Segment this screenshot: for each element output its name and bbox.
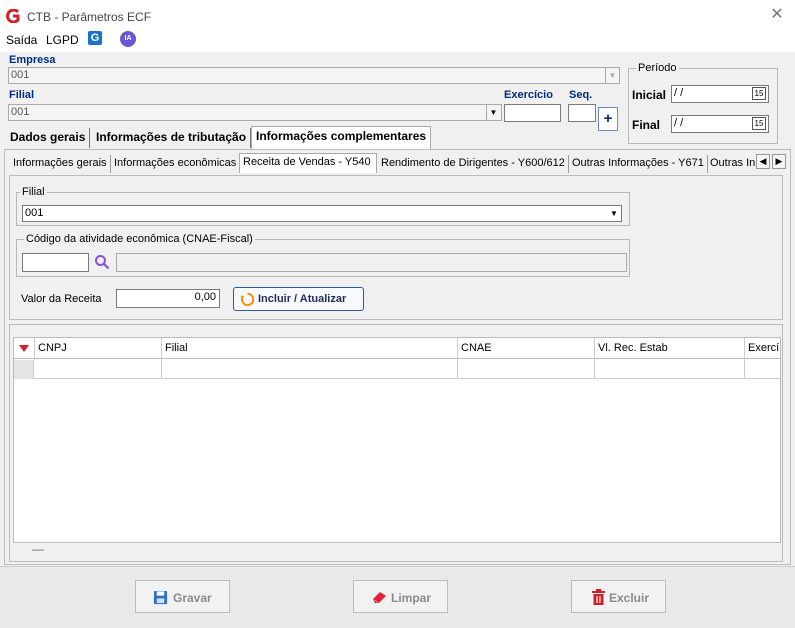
g-icon[interactable]: G [88, 31, 102, 45]
close-icon[interactable]: ✕ [768, 6, 786, 24]
subtab-informacoes-economicas[interactable]: Informações econômicas [111, 155, 241, 173]
filial-group-title: Filial [20, 186, 47, 198]
cell-divider [457, 360, 458, 379]
empresa-label: Empresa [9, 54, 56, 66]
limpar-label: Limpar [391, 591, 432, 605]
column-header-filial[interactable]: Filial [161, 338, 191, 360]
valor-receita-input[interactable]: 0,00 [116, 289, 220, 308]
table-row[interactable] [14, 360, 780, 379]
cell-divider [744, 360, 745, 379]
tab-dados-gerais[interactable]: Dados gerais [6, 128, 91, 148]
gravar-button[interactable]: Gravar [135, 580, 230, 613]
subtab-outras-informacoes[interactable]: Outras Informações - Y671 [569, 155, 708, 173]
filial-value: 001 [11, 106, 30, 118]
cnae-description [116, 253, 627, 272]
menu-bar [0, 30, 795, 52]
exercicio-label: Exercício [504, 89, 553, 101]
subtab-informacoes-gerais[interactable]: Informações gerais [10, 155, 111, 173]
grid-footer [13, 543, 781, 561]
form-filial-combo[interactable]: 001 [22, 205, 622, 222]
chevron-down-icon[interactable]: ▼ [607, 206, 621, 221]
chevron-down-icon[interactable]: ▼ [486, 105, 500, 120]
form-filial-value: 001 [25, 207, 44, 219]
final-value: / / [674, 117, 684, 129]
subtab-outras-in[interactable]: Outras In [707, 155, 757, 173]
calendar-icon[interactable]: 15 [752, 117, 766, 130]
scroll-left-icon[interactable]: ◀ [756, 154, 770, 169]
filial-label: Filial [9, 89, 35, 101]
seq-input[interactable] [568, 104, 596, 122]
empresa-combo[interactable]: 001 [8, 67, 620, 84]
cnae-group-title: Código da atividade econômica (CNAE-Fisc… [24, 233, 255, 245]
gravar-label: Gravar [173, 591, 212, 605]
seq-label: Seq. [569, 89, 593, 101]
search-icon[interactable] [94, 254, 110, 270]
inicial-value: / / [674, 87, 684, 99]
excluir-label: Excluir [609, 591, 650, 605]
column-header-vl-rec-estab[interactable]: Vl. Rec. Estab [594, 338, 671, 360]
trash-icon [592, 589, 605, 605]
ia-icon[interactable]: IA [120, 31, 136, 47]
sort-arrow-icon[interactable] [19, 345, 29, 353]
menu-saida[interactable]: Saída [6, 33, 37, 47]
limpar-button[interactable]: Limpar [353, 580, 448, 613]
filial-combo[interactable]: 001 [8, 104, 502, 121]
subtab-rendimento-dirigentes[interactable]: Rendimento de Dirigentes - Y600/612 [378, 155, 569, 173]
inicial-label: Inicial [632, 88, 667, 102]
scroll-right-icon[interactable]: ▶ [772, 154, 786, 169]
column-header-cnae[interactable]: CNAE [457, 338, 495, 360]
add-button[interactable]: + [598, 107, 618, 131]
grid-footer-dash: — [32, 542, 44, 556]
subtab-receita-vendas[interactable]: Receita de Vendas - Y540 [239, 153, 377, 173]
valor-receita-label: Valor da Receita [21, 293, 102, 305]
excluir-button[interactable]: Excluir [571, 580, 666, 613]
incluir-atualizar-button[interactable]: Incluir / Atualizar [233, 287, 364, 311]
tab-informacoes-tributacao[interactable]: Informações de tributação [92, 128, 252, 148]
window-title: CTB - Parâmetros ECF [27, 10, 152, 24]
cnae-code-input[interactable] [22, 253, 89, 272]
final-label: Final [632, 118, 661, 132]
row-selector[interactable] [14, 360, 34, 379]
menu-lgpd[interactable]: LGPD [46, 33, 79, 47]
cell-divider [594, 360, 595, 379]
incluir-atualizar-label: Incluir / Atualizar [258, 293, 347, 305]
save-icon [153, 590, 168, 605]
cell-divider [161, 360, 162, 379]
column-header-cnpj[interactable]: CNPJ [34, 338, 70, 360]
empresa-value: 001 [11, 69, 30, 81]
calendar-icon[interactable]: 15 [752, 87, 766, 100]
tab-informacoes-complementares[interactable]: Informações complementares [251, 126, 432, 149]
chevron-down-icon[interactable]: ▼ [605, 68, 619, 83]
column-header-exercicio[interactable]: Exercí [744, 338, 780, 360]
eraser-icon [373, 592, 386, 603]
ctb-logo-icon [6, 9, 20, 23]
periodo-label: Período [636, 62, 679, 74]
refresh-icon [240, 292, 255, 307]
exercicio-input[interactable] [504, 104, 561, 122]
